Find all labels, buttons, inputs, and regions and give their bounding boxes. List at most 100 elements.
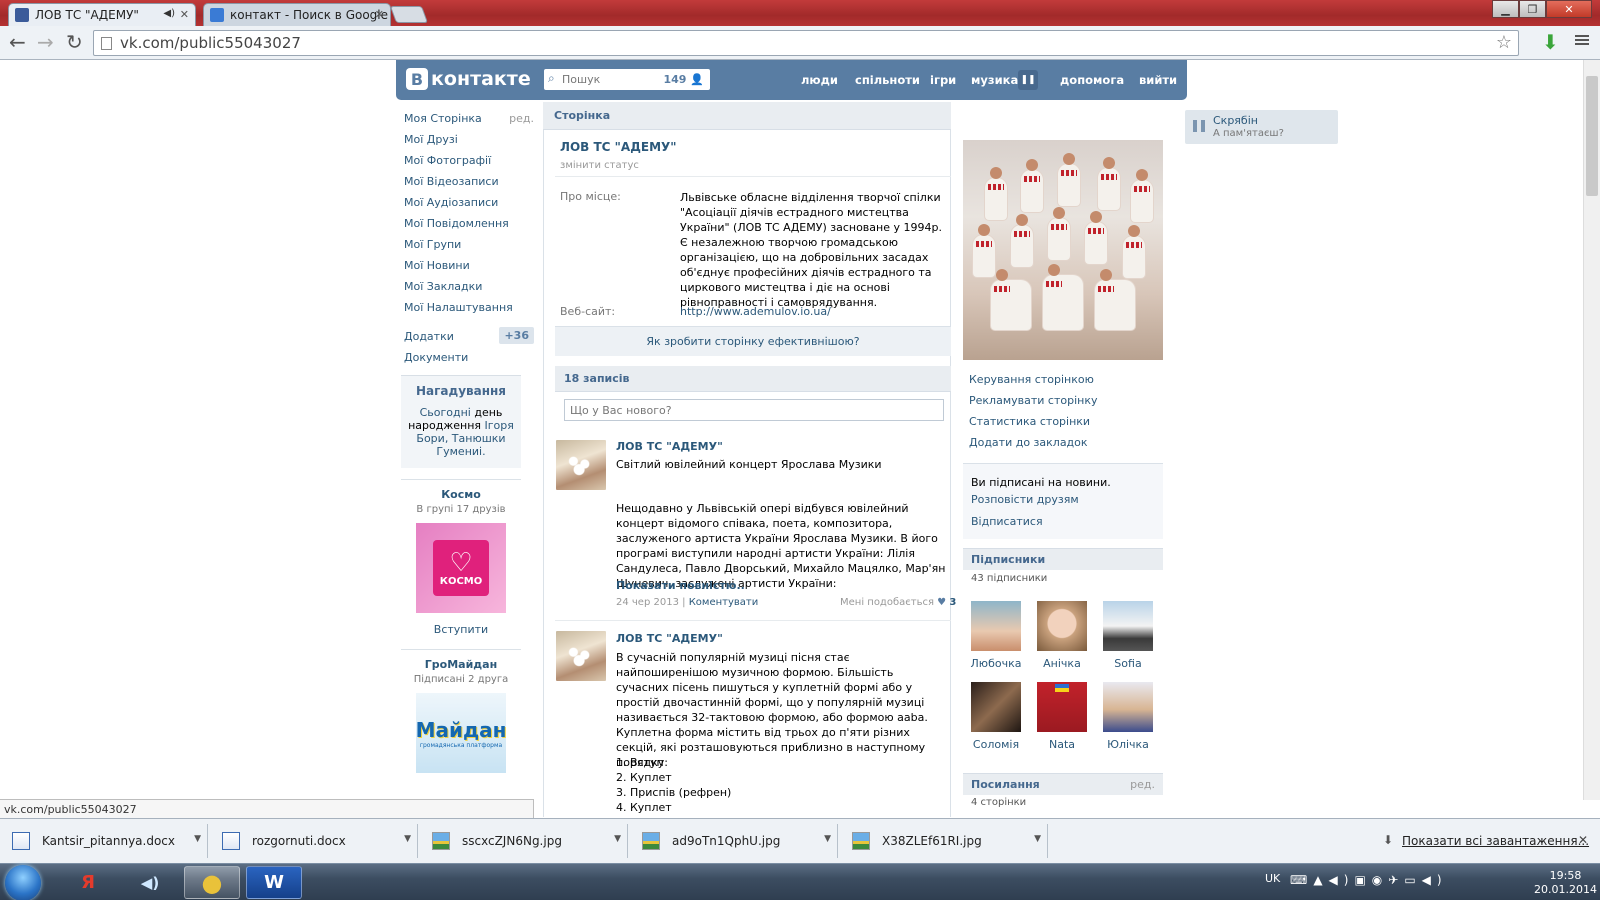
search-input[interactable]: ⌕ Пошук 149 👤 — [544, 69, 710, 90]
media-player-icon[interactable]: ◀) — [122, 866, 178, 899]
download-item[interactable]: Kantsir_pitannya.docx ▼ — [0, 824, 208, 858]
join-button[interactable]: Вступити — [401, 623, 521, 636]
chevron-down-icon[interactable]: ▼ — [194, 834, 201, 844]
kosmo-logo[interactable]: ♡ КОСМО — [416, 523, 506, 613]
close-tab-icon[interactable]: ✕ — [180, 8, 189, 21]
close-window-icon[interactable]: ✕ — [1546, 0, 1592, 18]
chevron-down-icon[interactable]: ▼ — [614, 834, 621, 844]
chevron-down-icon[interactable]: ▼ — [824, 834, 831, 844]
scrollbar-thumb[interactable] — [1586, 76, 1598, 196]
group-photo[interactable] — [963, 140, 1163, 360]
manage-page-link[interactable]: Керування сторінкою — [969, 373, 1094, 386]
back-icon[interactable]: ← — [9, 32, 26, 52]
menu-messages[interactable]: Мої Повідомлення — [404, 213, 534, 234]
forward-icon[interactable]: → — [37, 32, 54, 52]
menu-videos[interactable]: Мої Відеозаписи — [404, 171, 534, 192]
address-bar[interactable]: vk.com/public55043027 ☆ — [93, 30, 1519, 56]
maximize-icon[interactable]: ❐ — [1519, 0, 1546, 18]
download-item[interactable]: X38ZLEf61RI.jpg ▼ — [840, 824, 1048, 858]
nav-music[interactable]: музика — [971, 73, 1018, 87]
menu-audios[interactable]: Мої Аудіозаписи — [404, 192, 534, 213]
page-stats-link[interactable]: Статистика сторінки — [969, 415, 1090, 428]
follower-item[interactable]: Юлічка — [1100, 682, 1156, 751]
ad-group-name[interactable]: ГроМайдан — [401, 658, 521, 671]
reload-icon[interactable]: ↻ — [66, 32, 83, 52]
show-all-downloads-link[interactable]: Показати всі завантаження... — [1402, 834, 1589, 848]
download-item[interactable]: rozgornuti.docx ▼ — [210, 824, 418, 858]
maidan-logo[interactable]: Майдан громадянська платформа — [416, 693, 506, 773]
word-icon[interactable]: W — [246, 866, 302, 899]
avatar — [1103, 682, 1153, 732]
post-author[interactable]: ЛОВ ТС "АДЕМУ" — [616, 632, 723, 645]
post-avatar[interactable] — [556, 631, 606, 681]
post-avatar[interactable] — [556, 440, 606, 490]
follower-item[interactable]: Соломія — [968, 682, 1024, 751]
menu-bookmarks[interactable]: Мої Закладки — [404, 276, 534, 297]
nav-logout[interactable]: вийти — [1139, 73, 1177, 87]
download-arrow-icon[interactable]: ⬇ — [1542, 30, 1559, 54]
clock[interactable]: 19:58 20.01.2014 — [1534, 869, 1597, 897]
audio-player-widget[interactable]: Скрябін А пам'ятаєш? — [1185, 110, 1338, 144]
tell-friends-link[interactable]: Розповісти друзям — [971, 493, 1079, 506]
tab-google[interactable]: контакт - Поиск в Google ✕ — [203, 3, 391, 26]
post-author[interactable]: ЛОВ ТС "АДЕМУ" — [616, 440, 723, 453]
chevron-down-icon[interactable]: ▼ — [404, 834, 411, 844]
tab-active[interactable]: ЛОВ ТС "АДЕМУ" ◀) ✕ — [8, 3, 196, 26]
close-downloads-icon[interactable]: ✕ — [1578, 833, 1588, 847]
new-tab-button[interactable] — [389, 6, 429, 23]
site-link[interactable]: http://www.ademulov.io.ua/ — [680, 305, 831, 318]
language-indicator[interactable]: UK — [1265, 872, 1280, 885]
page-scrollbar[interactable] — [1583, 60, 1600, 800]
menu-news[interactable]: Мої Новини — [404, 255, 534, 276]
menu-friends[interactable]: Мої Друзі — [404, 129, 534, 150]
close-tab-icon[interactable]: ✕ — [375, 8, 384, 21]
add-bookmark-link[interactable]: Додати до закладок — [969, 436, 1088, 449]
vk-header: В контакте ⌕ Пошук 149 👤 люди спільноти … — [396, 60, 1187, 100]
menu-settings[interactable]: Мої Налаштування — [404, 297, 534, 318]
menu-apps[interactable]: Додатки +36 — [404, 326, 534, 347]
follower-item[interactable]: Любочка — [968, 601, 1024, 670]
nav-communities[interactable]: спільноти — [855, 73, 920, 87]
menu-edit-link[interactable]: ред. — [509, 108, 534, 129]
nav-people[interactable]: люди — [801, 73, 838, 87]
follower-item[interactable]: Sofia — [1100, 601, 1156, 670]
comment-link[interactable]: Коментувати — [689, 597, 759, 608]
follower-item[interactable]: Nata — [1034, 682, 1090, 751]
new-post-input[interactable]: Що у Вас нового? — [564, 399, 944, 421]
start-button[interactable] — [5, 865, 41, 900]
effective-page-link[interactable]: Як зробити сторінку ефективнішою? — [555, 326, 951, 356]
links-title[interactable]: Посилання ред. — [963, 773, 1163, 795]
yandex-icon[interactable]: Я — [60, 866, 116, 899]
post-list-item: 3. Приспів (рефрен) — [616, 786, 732, 799]
followers-title[interactable]: Підписники — [963, 548, 1163, 570]
tray-icons[interactable]: ⌨▲◀)▣◉✈▭◀) — [1290, 873, 1448, 887]
nav-games[interactable]: ігри — [930, 73, 956, 87]
chrome-menu-icon[interactable] — [1575, 33, 1589, 47]
download-item[interactable]: sscxcZJN6Ng.jpg ▼ — [420, 824, 628, 858]
change-status-link[interactable]: змінити статус — [560, 160, 639, 171]
links-edit-link[interactable]: ред. — [1130, 778, 1155, 791]
bookmark-star-icon[interactable]: ☆ — [1496, 32, 1512, 53]
menu-photos[interactable]: Мої Фотографії — [404, 150, 534, 171]
chevron-down-icon[interactable]: ▼ — [1034, 834, 1041, 844]
wall-count[interactable]: 18 записів — [555, 366, 951, 392]
menu-groups[interactable]: Мої Групи — [404, 234, 534, 255]
like-button[interactable]: Мені подобається ♥ 3 — [840, 597, 956, 608]
download-item[interactable]: ad9oTn1QphU.jpg ▼ — [630, 824, 838, 858]
unsubscribe-link[interactable]: Відписатися — [971, 515, 1043, 528]
minimize-icon[interactable]: ▁ — [1492, 0, 1519, 18]
follower-item[interactable]: Анічка — [1034, 601, 1090, 670]
pause-icon[interactable]: ❚❚ — [1018, 70, 1038, 90]
nav-help[interactable]: допомога — [1060, 73, 1124, 87]
speaker-icon[interactable]: ◀) — [163, 8, 175, 19]
show-more-link[interactable]: Показати повністю.. — [616, 579, 745, 592]
chrome-icon[interactable]: ● — [184, 866, 240, 899]
ad-group-name[interactable]: Космо — [401, 488, 521, 501]
menu-my-page[interactable]: Моя Сторінка ред. — [404, 108, 534, 129]
post-date[interactable]: 24 чер 2013 — [616, 597, 679, 608]
menu-documents[interactable]: Документи — [404, 347, 534, 368]
downloads-bar: Kantsir_pitannya.docx ▼ rozgornuti.docx ▼ … — [0, 818, 1600, 863]
vk-logo[interactable]: В контакте — [406, 68, 531, 90]
advertise-page-link[interactable]: Рекламувати сторінку — [969, 394, 1097, 407]
pause-icon[interactable] — [1193, 120, 1205, 132]
